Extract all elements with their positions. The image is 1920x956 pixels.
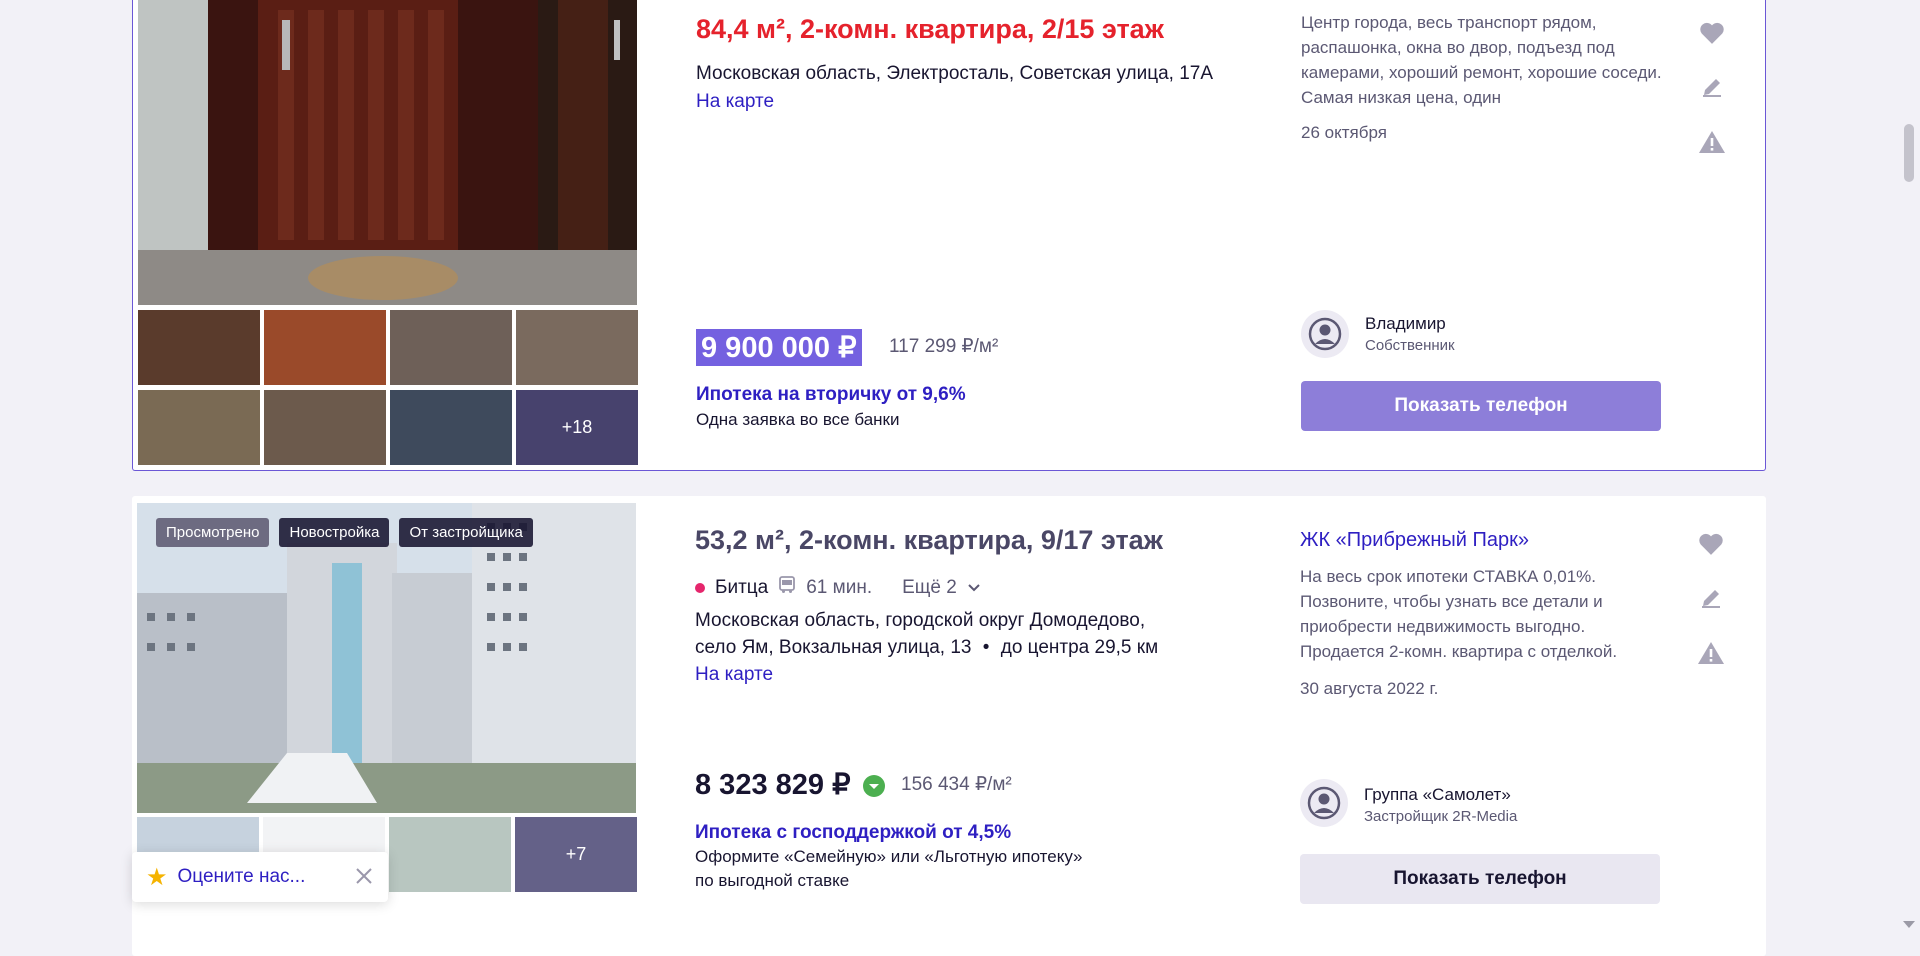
more-photos-count: +7 bbox=[515, 817, 637, 892]
listing-card[interactable]: +18 84,4 м², 2-комн. квартира, 2/15 этаж… bbox=[132, 0, 1766, 471]
listing-address: Московская область, Электросталь, Советс… bbox=[696, 63, 1214, 84]
more-photos-thumbnail[interactable]: +7 bbox=[515, 817, 637, 892]
mortgage-link[interactable]: Ипотека с господдержкой от 4,5% bbox=[695, 822, 1011, 844]
listing-date: 26 октября bbox=[1301, 123, 1387, 142]
address-line: Московская область, городской округ Домо… bbox=[695, 610, 1146, 631]
metro-info: Битца 61 мин. Ещё 2 bbox=[695, 576, 981, 600]
mortgage-link[interactable]: Ипотека на вторичку от 9,6% bbox=[696, 384, 966, 406]
star-icon: ★ bbox=[146, 863, 168, 891]
bus-icon bbox=[778, 576, 796, 600]
seller-name: Владимир bbox=[1365, 314, 1446, 333]
warning-icon[interactable] bbox=[1697, 127, 1727, 157]
distance-to-center: до центра 29,5 км bbox=[1000, 637, 1159, 658]
more-photos-thumbnail[interactable]: +18 bbox=[516, 390, 638, 465]
show-phone-button[interactable]: Показать телефон bbox=[1300, 854, 1660, 904]
mortgage-subtitle: Оформите «Семейную» или «Льготную ипотек… bbox=[695, 847, 1083, 890]
listing-title[interactable]: 53,2 м², 2-комн. квартира, 9/17 этаж bbox=[695, 525, 1163, 556]
map-link[interactable]: На карте bbox=[696, 91, 774, 113]
listing-thumbnail[interactable] bbox=[264, 310, 386, 385]
user-circle-icon bbox=[1300, 779, 1348, 827]
rate-us-widget[interactable]: ★ Оцените нас... bbox=[132, 852, 388, 902]
show-phone-button[interactable]: Показать телефон bbox=[1301, 381, 1661, 431]
listing-thumbnail[interactable] bbox=[390, 390, 512, 465]
listing-main-photo[interactable]: Просмотрено Новостройка От застройщика bbox=[137, 503, 636, 813]
listing-price: 9 900 000 ₽ bbox=[696, 329, 862, 366]
more-metro-toggle[interactable]: Ещё 2 bbox=[902, 577, 957, 599]
listing-thumbnail[interactable] bbox=[389, 817, 511, 892]
metro-travel-time: 61 мин. bbox=[806, 577, 873, 598]
price-per-m2: 117 299 ₽/м² bbox=[889, 336, 999, 357]
price-per-m2: 156 434 ₽/м² bbox=[901, 774, 1012, 795]
listing-address: Московская область, городской округ Домо… bbox=[695, 607, 1158, 661]
badge-viewed: Просмотрено bbox=[156, 518, 270, 547]
listing-thumbnail[interactable] bbox=[390, 310, 512, 385]
seller-name[interactable]: Группа «Самолет» bbox=[1364, 785, 1511, 805]
user-circle-icon bbox=[1301, 310, 1349, 358]
badge-from-developer: От застройщика bbox=[399, 518, 533, 547]
metro-station[interactable]: Битца bbox=[715, 577, 768, 599]
rate-us-link[interactable]: Оцените нас... bbox=[178, 866, 306, 888]
listing-main-photo[interactable] bbox=[138, 0, 637, 305]
address-line: село Ям, Вокзальная улица, 13 • до центр… bbox=[695, 637, 1159, 658]
map-link[interactable]: На карте bbox=[695, 664, 773, 686]
pencil-icon[interactable] bbox=[1697, 72, 1727, 102]
listing-description: Центр города, весь транспорт рядом, расп… bbox=[1301, 13, 1662, 107]
listing-title[interactable]: 84,4 м², 2-комн. квартира, 2/15 этаж bbox=[696, 14, 1164, 45]
listing-thumbnail[interactable] bbox=[516, 310, 638, 385]
mortgage-subtitle: Одна заявка во все банки bbox=[696, 410, 900, 429]
listing-thumbnail[interactable] bbox=[264, 390, 386, 465]
pencil-icon[interactable] bbox=[1696, 583, 1726, 613]
heart-icon[interactable] bbox=[1696, 529, 1726, 559]
scroll-down-arrow[interactable] bbox=[1903, 921, 1915, 928]
metro-line-dot bbox=[695, 583, 705, 593]
warning-icon[interactable] bbox=[1696, 638, 1726, 668]
chevron-down-icon[interactable] bbox=[967, 577, 981, 599]
close-icon[interactable] bbox=[354, 866, 374, 891]
listing-thumbnail[interactable] bbox=[138, 390, 260, 465]
listing-thumbnail[interactable] bbox=[138, 310, 260, 385]
residential-complex-link[interactable]: ЖК «Прибрежный Парк» bbox=[1300, 529, 1529, 552]
seller-role: Застройщик 2R-Media bbox=[1364, 808, 1518, 825]
listing-price: 8 323 829 ₽ bbox=[695, 767, 885, 802]
scrollbar-thumb[interactable] bbox=[1904, 124, 1914, 182]
badge-new-building: Новостройка bbox=[279, 518, 390, 547]
check-badge-icon[interactable] bbox=[862, 775, 885, 798]
more-photos-count: +18 bbox=[516, 390, 638, 465]
scrollbar[interactable] bbox=[1898, 0, 1920, 934]
heart-icon[interactable] bbox=[1697, 18, 1727, 48]
listing-date: 30 августа 2022 г. bbox=[1300, 679, 1439, 698]
seller-role: Собственник bbox=[1365, 337, 1455, 354]
listing-description: На весь срок ипотеки СТАВКА 0,01%. Позво… bbox=[1300, 567, 1618, 661]
